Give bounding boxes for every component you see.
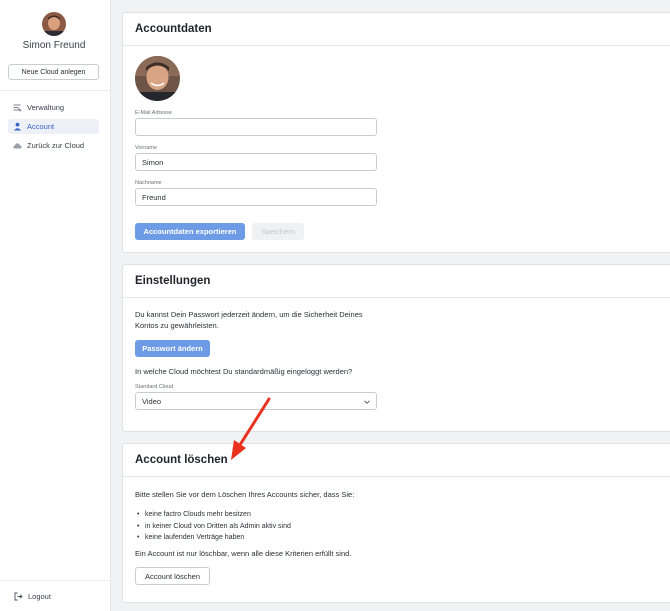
card-title: Accountdaten xyxy=(135,23,212,35)
sidebar-item-label: Zurück zur Cloud xyxy=(27,141,85,150)
sidebar-item-label: Account xyxy=(27,122,55,131)
email-label: E-Mail Adresse xyxy=(135,110,172,116)
user-name: Simon Freund xyxy=(22,40,86,51)
last-name-field[interactable]: Freund xyxy=(135,188,377,206)
password-info-line-2: Kontos zu gewährleisten. xyxy=(135,321,219,330)
delete-account-button[interactable]: Account löschen xyxy=(135,567,210,585)
email-field[interactable] xyxy=(135,118,377,136)
settings-card: Einstellungen Du kannst Dein Passwort je… xyxy=(122,264,670,432)
last-name-label: Nachname xyxy=(135,180,162,186)
card-header: Accountdaten xyxy=(123,13,670,46)
sidebar-item-verwaltung[interactable]: Verwaltung xyxy=(8,100,99,115)
new-cloud-button[interactable]: Neue Cloud anlegen xyxy=(8,64,99,80)
user-icon xyxy=(13,122,22,131)
first-name-field[interactable]: Simon xyxy=(135,153,377,171)
card-title: Account löschen xyxy=(135,454,228,466)
sidebar-divider xyxy=(0,580,111,581)
delete-note-text: Ein Account ist nur löschbar, wenn alle … xyxy=(135,549,352,558)
delete-account-card: Account löschen Bitte stellen Sie vor de… xyxy=(122,443,670,603)
list-item: keine laufenden Verträge haben xyxy=(135,532,291,544)
account-data-card: Accountdaten E-Mail Adresse Vorname Simo… xyxy=(122,12,670,253)
default-cloud-label: Standard Cloud xyxy=(135,384,174,390)
sidebar-item-back-to-cloud[interactable]: Zurück zur Cloud xyxy=(8,138,99,153)
logout-link[interactable]: Logout xyxy=(14,592,51,601)
annotation-arrow-icon xyxy=(231,397,271,460)
sidebar-nav: Verwaltung Account Zurück zur Cloud xyxy=(8,100,99,157)
card-title: Einstellungen xyxy=(135,275,211,287)
delete-intro-text: Bitte stellen Sie vor dem Löschen Ihres … xyxy=(135,490,355,499)
list-item: keine factro Clouds mehr besitzen xyxy=(135,509,291,521)
logout-label: Logout xyxy=(28,592,51,601)
sidebar-divider xyxy=(0,90,111,91)
card-header: Account löschen xyxy=(123,444,670,477)
export-account-button[interactable]: Accountdaten exportieren xyxy=(135,223,245,240)
password-info-line-1: Du kannst Dein Passwort jederzeit ändern… xyxy=(135,310,363,319)
profile-avatar[interactable] xyxy=(135,56,180,101)
list-item: in keiner Cloud von Dritten als Admin ak… xyxy=(135,521,291,533)
logout-icon xyxy=(14,592,23,601)
first-name-label: Vorname xyxy=(135,145,158,151)
user-avatar[interactable] xyxy=(42,12,66,36)
delete-criteria-list: keine factro Clouds mehr besitzen in kei… xyxy=(135,509,291,544)
sidebar-item-account[interactable]: Account xyxy=(8,119,99,134)
cloud-icon xyxy=(13,141,22,150)
save-button[interactable]: Speichern xyxy=(252,223,304,240)
sidebar-item-label: Verwaltung xyxy=(27,103,65,112)
default-cloud-question: In welche Cloud möchtest Du standardmäßi… xyxy=(135,367,353,376)
chevron-down-icon xyxy=(364,398,370,404)
change-password-button[interactable]: Passwort ändern xyxy=(135,340,210,357)
admin-icon xyxy=(13,103,22,112)
card-header: Einstellungen xyxy=(123,265,670,298)
sidebar: Simon Freund Neue Cloud anlegen Verwaltu… xyxy=(0,0,111,611)
default-cloud-value: Video xyxy=(142,396,162,406)
